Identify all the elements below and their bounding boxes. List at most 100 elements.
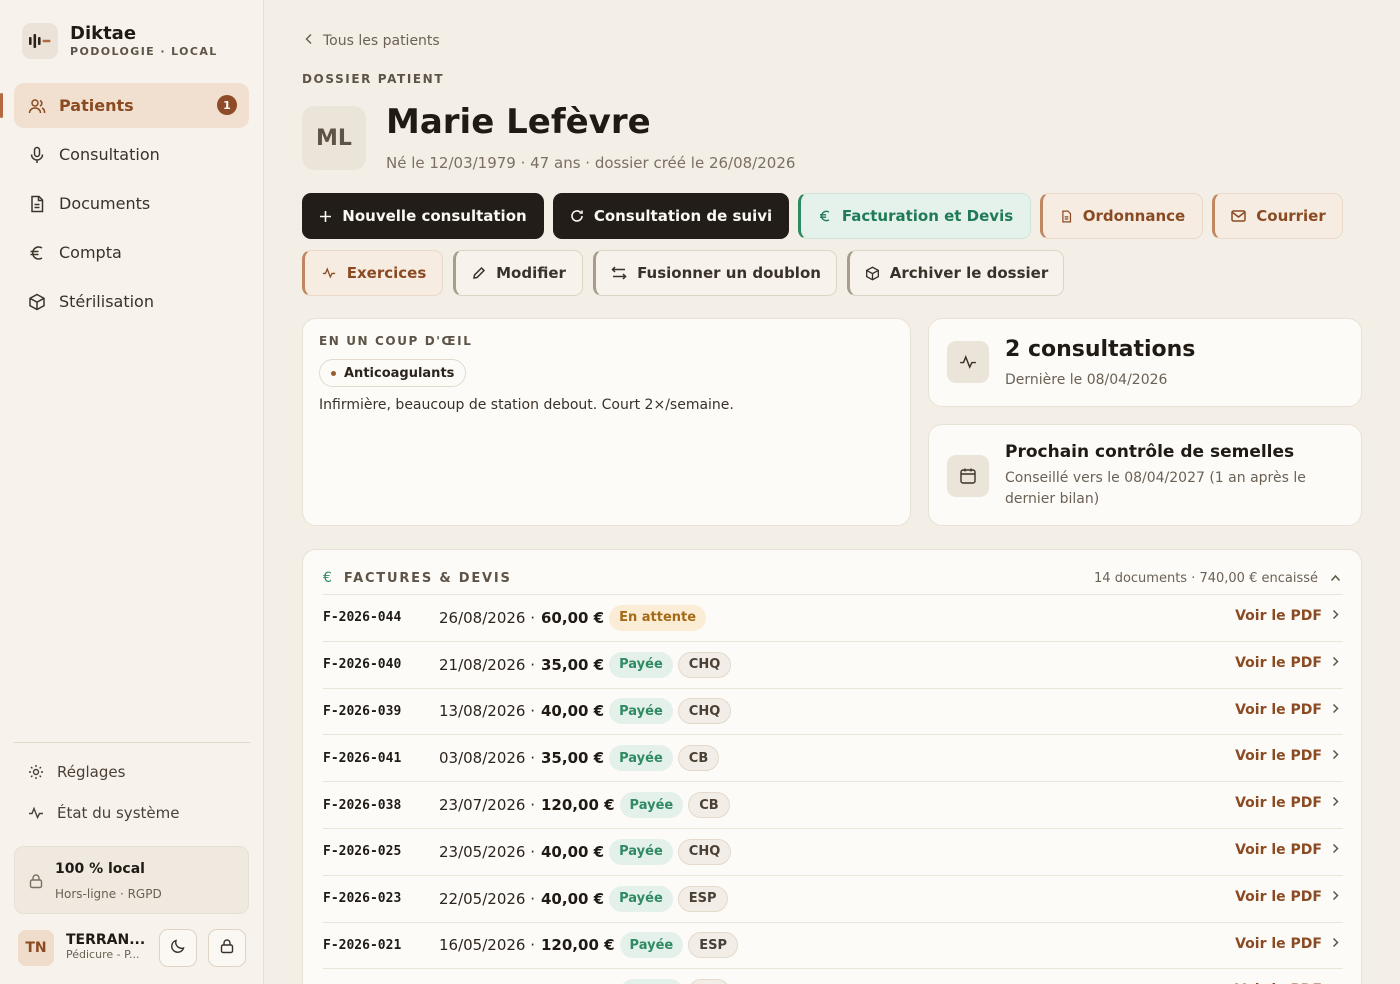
exercises-button[interactable]: Exercices xyxy=(302,250,443,296)
chevron-up-icon[interactable] xyxy=(1330,571,1341,586)
consultations-stat-card: 2 consultations Dernière le 08/04/2026 xyxy=(928,318,1362,407)
table-row[interactable]: F-2026-040 21/08/2026 · 35,00 € Payée CHQ Voi… xyxy=(323,640,1343,688)
chevron-right-icon xyxy=(1332,608,1339,624)
document-icon xyxy=(28,195,46,213)
invoice-number: F-2026-040 xyxy=(323,657,402,673)
user-name: TERRAN... xyxy=(66,932,146,948)
moon-icon xyxy=(170,938,186,958)
invoice-date: 22/05/2026 · xyxy=(439,889,535,908)
view-pdf-label: Voir le PDF xyxy=(1235,654,1322,671)
table-row[interactable]: F-2026-01915/05/2026 ·250,00 €PayéeCBVoi… xyxy=(323,968,1343,984)
document-icon xyxy=(1060,209,1073,224)
gear-icon xyxy=(28,764,44,780)
invoice-number: F-2026-039 xyxy=(323,703,402,719)
microphone-icon xyxy=(28,146,46,164)
view-pdf-link[interactable]: Voir le PDF xyxy=(1235,795,1339,811)
lock-icon xyxy=(220,938,234,958)
plus-icon xyxy=(319,210,332,223)
brand[interactable]: Diktae PODOLOGIE · LOCAL xyxy=(22,23,218,59)
table-row[interactable]: F-2026-021 16/05/2026 · 120,00 € Payée ESP Vo… xyxy=(323,921,1343,969)
status-badge: Payée xyxy=(609,698,673,725)
waveform-logo-icon xyxy=(22,23,58,59)
view-pdf-link[interactable]: Voir le PDF xyxy=(1235,748,1339,764)
new-consultation-button[interactable]: Nouvelle consultation xyxy=(302,193,544,239)
invoice-amount: 60,00 € xyxy=(541,608,605,627)
swap-arrows-icon xyxy=(611,266,627,280)
table-row[interactable]: F-2026-044 26/08/2026 · 60,00 € En attente V… xyxy=(323,594,1343,641)
euro-icon xyxy=(28,244,46,262)
billing-button[interactable]: Facturation et Devis xyxy=(798,193,1031,239)
sidebar-item-compta[interactable]: Compta xyxy=(14,230,249,275)
medical-tag-label: Anticoagulants xyxy=(344,365,455,381)
lock-session-button[interactable] xyxy=(208,929,246,967)
sidebar-item-label: Stérilisation xyxy=(59,292,154,311)
page-title: Marie Lefèvre xyxy=(386,102,651,142)
avatar[interactable]: TN xyxy=(18,930,54,966)
view-pdf-link[interactable]: Voir le PDF xyxy=(1235,842,1339,858)
dark-mode-toggle[interactable] xyxy=(159,929,197,967)
euro-icon: € xyxy=(323,570,332,586)
sidebar-item-label: Consultation xyxy=(59,145,160,164)
letter-button[interactable]: Courrier xyxy=(1212,193,1343,239)
settings-label: Réglages xyxy=(57,763,126,781)
view-pdf-link[interactable]: Voir le PDF xyxy=(1235,655,1339,671)
table-row[interactable]: F-2026-038 23/07/2026 · 120,00 € Payée CB Voi… xyxy=(323,781,1343,828)
status-badge: Payée xyxy=(609,885,673,912)
last-consultation-date: Dernière le 08/04/2026 xyxy=(1005,372,1168,388)
merge-duplicate-label: Fusionner un doublon xyxy=(637,264,821,282)
followup-consultation-button[interactable]: Consultation de suivi xyxy=(553,193,789,239)
local-mode-subtitle: Hors-ligne · RGPD xyxy=(55,887,162,901)
at-a-glance-card: EN UN COUP D'ŒIL Anticoagulants Infirmiè… xyxy=(302,318,911,526)
sidebar-item-patients[interactable]: Patients 1 xyxy=(0,83,249,128)
table-row[interactable]: F-2026-039 13/08/2026 · 40,00 € Payée CHQ Voi… xyxy=(323,687,1343,735)
status-badge: Payée xyxy=(619,932,684,959)
view-pdf-link[interactable]: Voir le PDF xyxy=(1235,608,1339,624)
letter-label: Courrier xyxy=(1256,207,1326,225)
sidebar: Diktae PODOLOGIE · LOCAL Patients 1 Cons… xyxy=(0,0,264,984)
invoice-date: 23/07/2026 · xyxy=(439,796,535,815)
chevron-right-icon xyxy=(1332,748,1339,764)
archive-button[interactable]: Archiver le dossier xyxy=(847,250,1064,296)
table-row[interactable]: F-2026-041 03/08/2026 · 35,00 € Payée CB Voir… xyxy=(323,734,1343,781)
archive-label: Archiver le dossier xyxy=(889,264,1049,282)
table-row[interactable]: F-2026-023 22/05/2026 · 40,00 € Payée ESP Voi… xyxy=(323,874,1343,922)
view-pdf-label: Voir le PDF xyxy=(1235,701,1322,718)
invoice-number: F-2026-025 xyxy=(323,844,402,860)
invoice-list: F-2026-044 26/08/2026 · 60,00 € En attente V… xyxy=(323,594,1343,984)
brand-subtitle: PODOLOGIE · LOCAL xyxy=(70,45,218,58)
prescription-button[interactable]: Ordonnance xyxy=(1040,193,1203,239)
invoice-date: 03/08/2026 · xyxy=(439,749,535,768)
sidebar-item-label: Documents xyxy=(59,194,151,213)
medical-tag: Anticoagulants xyxy=(319,359,467,387)
sidebar-item-system-status[interactable]: État du système xyxy=(14,795,249,831)
sidebar-item-consultation[interactable]: Consultation xyxy=(14,132,249,177)
next-control-line-2: dernier bilan) xyxy=(1005,491,1100,507)
invoice-date: 13/08/2026 · xyxy=(439,702,535,721)
breadcrumb-link[interactable]: Tous les patients xyxy=(323,33,440,49)
sidebar-item-settings[interactable]: Réglages xyxy=(14,754,249,790)
view-pdf-label: Voir le PDF xyxy=(1235,935,1322,952)
status-badge: Payée xyxy=(609,745,673,772)
breadcrumb[interactable]: Tous les patients xyxy=(304,33,440,49)
view-pdf-link[interactable]: Voir le PDF xyxy=(1235,936,1339,952)
edit-button[interactable]: Modifier xyxy=(453,250,583,296)
consultations-count: 2 consultations xyxy=(1005,337,1196,362)
view-pdf-link[interactable]: Voir le PDF xyxy=(1235,889,1339,905)
sidebar-item-documents[interactable]: Documents xyxy=(14,181,249,226)
invoices-header[interactable]: € FACTURES & DEVIS 14 documents · 740,00… xyxy=(323,568,1341,588)
table-row[interactable]: F-2026-025 23/05/2026 · 40,00 € Payée CHQ Voi… xyxy=(323,827,1343,875)
user-profile: TN TERRAN... Pédicure - P... xyxy=(18,928,250,968)
calendar-icon xyxy=(947,455,989,497)
view-pdf-link[interactable]: Voir le PDF xyxy=(1235,702,1339,718)
sidebar-item-sterilisation[interactable]: Stérilisation xyxy=(14,279,249,324)
billing-label: Facturation et Devis xyxy=(841,207,1014,225)
new-consultation-label: Nouvelle consultation xyxy=(342,207,527,225)
tag-dot xyxy=(331,370,336,376)
merge-duplicate-button[interactable]: Fusionner un doublon xyxy=(593,250,837,296)
invoices-summary: 14 documents · 740,00 € encaissé xyxy=(1094,571,1341,586)
payment-mode-badge: ESP xyxy=(688,932,738,959)
chevron-right-icon xyxy=(1332,889,1339,905)
payment-mode-badge: CHQ xyxy=(677,651,732,678)
invoices-title: FACTURES & DEVIS xyxy=(343,570,512,586)
invoice-number: F-2026-021 xyxy=(323,937,402,953)
